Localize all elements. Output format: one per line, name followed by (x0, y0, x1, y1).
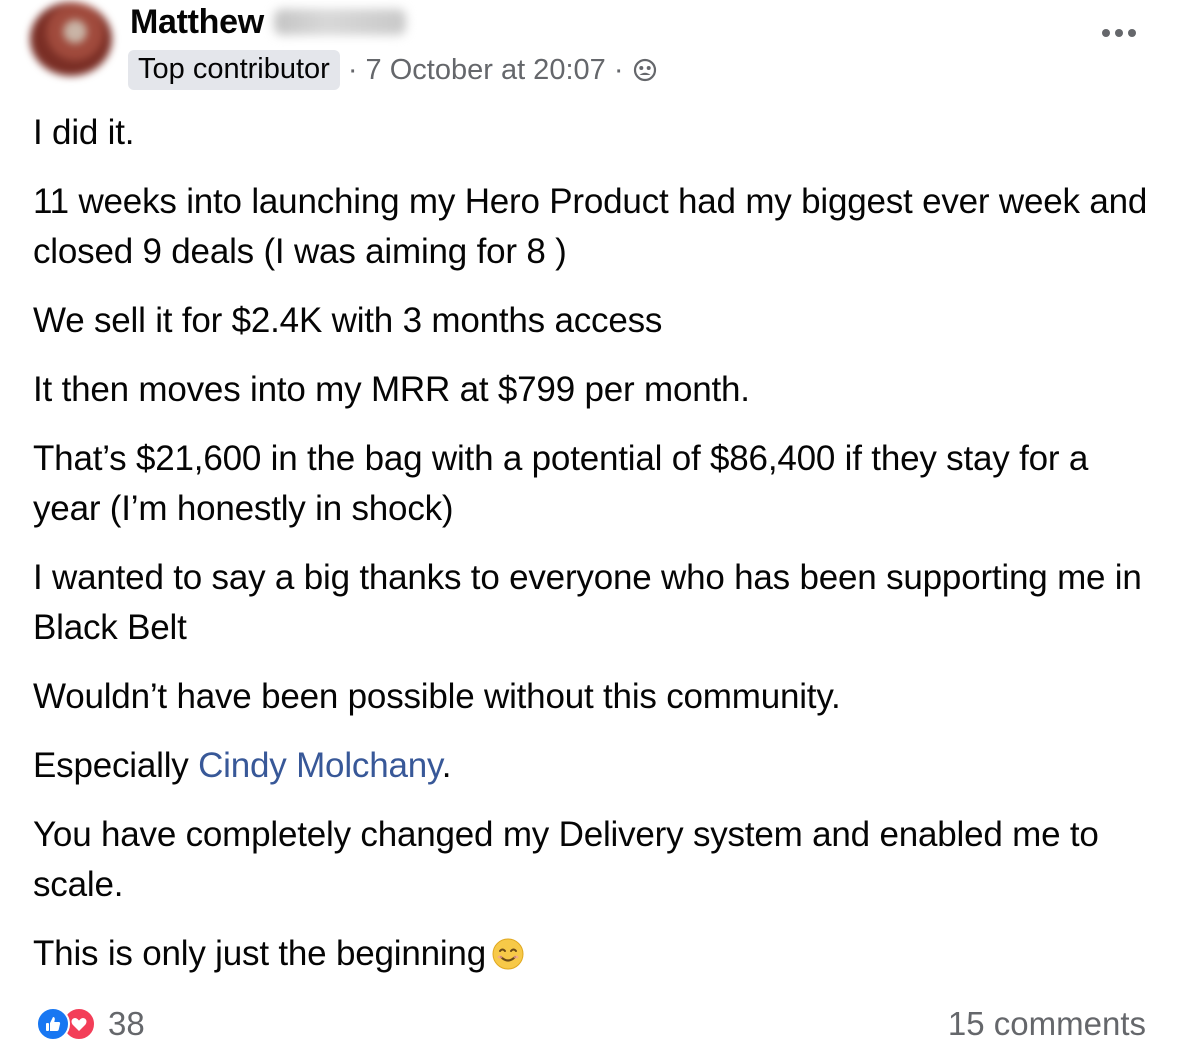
avatar[interactable] (30, 2, 112, 76)
author-name[interactable]: Matthew (130, 3, 264, 42)
post-paragraph: That’s $21,600 in the bag with a potenti… (33, 439, 1089, 528)
post-paragraph: This is only just the beginning (33, 929, 1153, 979)
mention-prefix: Especially (33, 746, 199, 785)
post-paragraph: I wanted to say a big thanks to everyone… (33, 558, 1142, 647)
post-paragraph: Wouldn’t have been possible without this… (33, 677, 841, 716)
post-paragraph: Especially Cindy Molchany. (33, 741, 1153, 791)
post-meta: Top contributor · 7 October at 20:07 · (128, 50, 657, 90)
reaction-count: 38 (108, 1005, 145, 1042)
author-last-name-redacted (273, 9, 406, 35)
post-paragraph: You have completely changed my Delivery … (33, 815, 1099, 904)
post-timestamp[interactable]: · 7 October at 20:07 · (348, 54, 624, 87)
like-icon (36, 1007, 70, 1041)
comments-count-link[interactable]: 15 comments (948, 1004, 1146, 1044)
group-icon[interactable] (633, 58, 657, 82)
mention-suffix: . (441, 746, 452, 785)
mention-link[interactable]: Cindy Molchany (198, 746, 442, 785)
post-body: I did it. 11 weeks into launching my Her… (33, 108, 1153, 979)
post-paragraph: 11 weeks into launching my Hero Product … (33, 182, 1148, 271)
post-paragraph: We sell it for $2.4K with 3 months acces… (33, 301, 663, 340)
post-card: Matthew Top contributor · 7 October at 2… (0, 0, 1180, 1062)
smiling-face-emoji-icon (492, 934, 524, 970)
reactions-summary[interactable]: 38 (36, 1004, 145, 1044)
top-contributor-badge[interactable]: Top contributor (128, 50, 340, 90)
post-paragraph: It then moves into my MRR at $799 per mo… (33, 370, 750, 409)
closing-text: This is only just the beginning (33, 934, 486, 973)
more-options-button[interactable] (1094, 18, 1144, 48)
post-paragraph: I did it. (33, 113, 135, 152)
more-horizontal-icon (1102, 29, 1110, 37)
author-row: Matthew (130, 2, 406, 42)
